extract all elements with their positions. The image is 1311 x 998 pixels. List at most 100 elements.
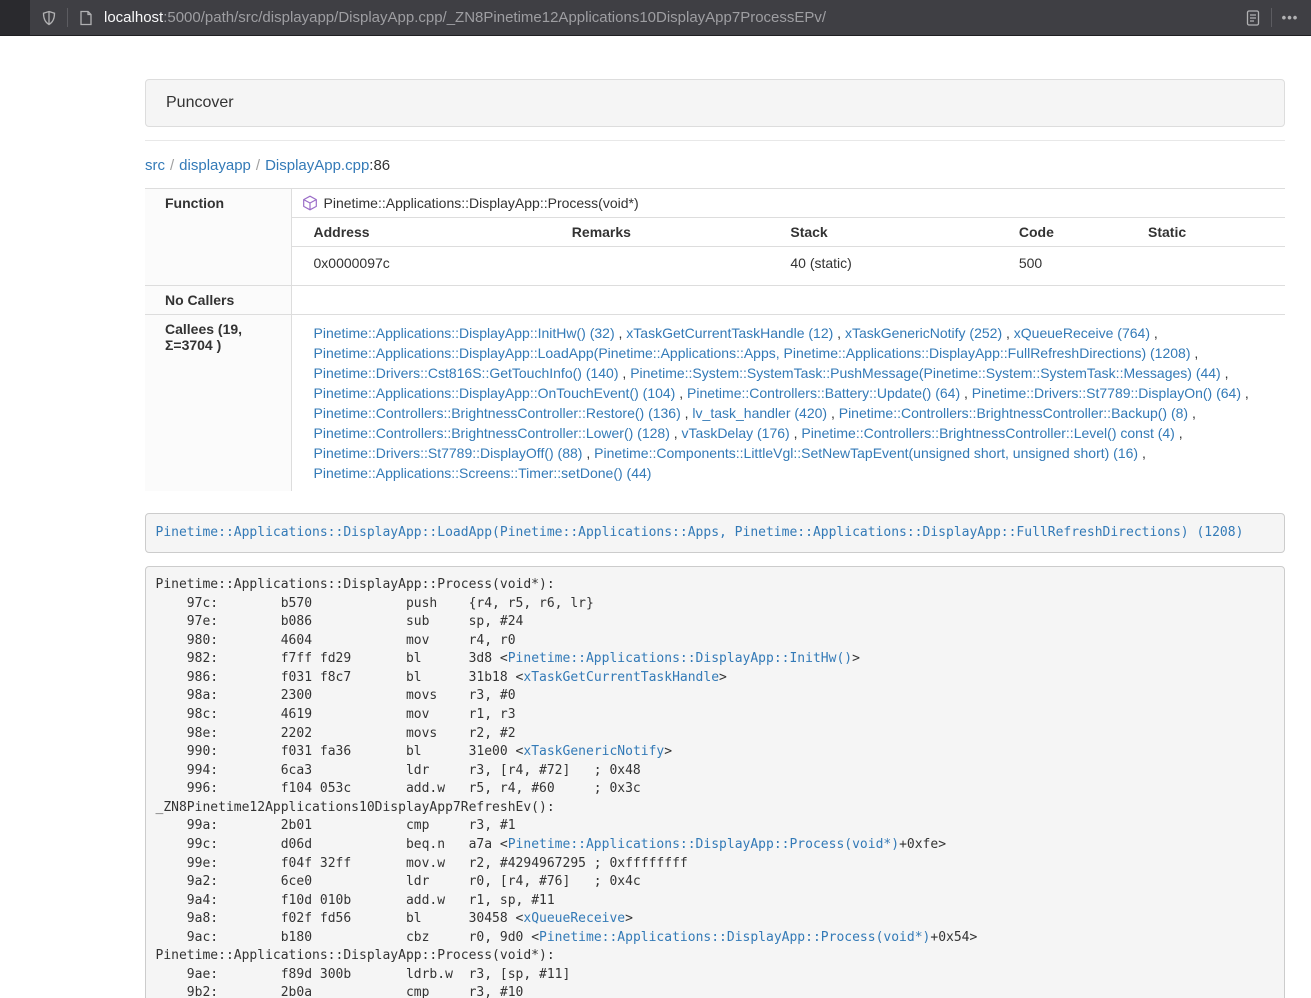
page-title: Puncover xyxy=(146,80,1284,126)
callee-link[interactable]: Pinetime::Controllers::Battery::Update()… xyxy=(687,385,960,401)
callee-link[interactable]: Pinetime::Controllers::BrightnessControl… xyxy=(839,405,1188,421)
callee-link[interactable]: Pinetime::Applications::DisplayApp::OnTo… xyxy=(314,385,676,401)
asm-text: _ZN8Pinetime12Applications10DisplayApp7R… xyxy=(156,800,555,815)
asm-text: > xyxy=(625,911,633,926)
breadcrumb-link-file[interactable]: DisplayApp.cpp xyxy=(265,157,369,174)
asm-text: 99a: 2b01 cmp r3, #1 xyxy=(156,818,516,833)
table-row: 0x0000097c 40 (static) 500 xyxy=(292,247,1286,280)
col-header-static: Static xyxy=(1126,218,1285,247)
function-label: Function xyxy=(145,189,291,286)
asm-symbol-link[interactable]: Pinetime::Applications::DisplayApp::Init… xyxy=(508,651,852,666)
page-info-icon[interactable] xyxy=(75,7,97,29)
asm-text: > xyxy=(852,651,860,666)
callee-link[interactable]: xTaskGenericNotify (252) xyxy=(845,325,1002,341)
asm-text: 982: f7ff fd29 bl 3d8 < xyxy=(156,651,508,666)
callee-link[interactable]: Pinetime::Applications::DisplayApp::Init… xyxy=(314,325,615,341)
code-value: 500 xyxy=(997,247,1126,280)
no-callers-label: No Callers xyxy=(145,286,291,315)
url-path: :5000/path/src/displayapp/DisplayApp.cpp… xyxy=(163,9,826,26)
asm-text: 986: f031 f8c7 bl 31b18 < xyxy=(156,670,524,685)
breadcrumb-line-number: :86 xyxy=(369,157,390,174)
callee-link[interactable]: Pinetime::Controllers::BrightnessControl… xyxy=(314,405,681,421)
col-header-stack: Stack xyxy=(768,218,997,247)
asm-text: 980: 4604 mov r4, r0 xyxy=(156,633,516,648)
breadcrumb-link-displayapp[interactable]: displayapp xyxy=(179,157,251,174)
selected-callee-link[interactable]: Pinetime::Applications::DisplayApp::Load… xyxy=(156,525,1244,540)
content: Puncover src / displayapp / DisplayApp.cpp:8… xyxy=(145,79,1285,998)
asm-text: 97c: b570 push {r4, r5, r6, lr} xyxy=(156,596,594,611)
asm-text: 9a8: f02f fd56 bl 30458 < xyxy=(156,911,524,926)
function-table: Function Pinetime::Applications::Display… xyxy=(145,188,1285,491)
asm-text: Pinetime::Applications::DisplayApp::Proc… xyxy=(156,948,555,963)
browser-toolbar: localhost:5000/path/src/displayapp/Displ… xyxy=(0,0,1311,36)
asm-text: 996: f104 053c add.w r5, r4, #60 ; 0x3c xyxy=(156,781,641,796)
callee-link[interactable]: Pinetime::Drivers::St7789::DisplayOff() … xyxy=(314,445,583,461)
callee-link[interactable]: Pinetime::Drivers::Cst816S::GetTouchInfo… xyxy=(314,365,619,381)
callee-link[interactable]: Pinetime::Controllers::BrightnessControl… xyxy=(314,425,670,441)
callees-list: Pinetime::Applications::DisplayApp::Init… xyxy=(291,315,1285,492)
asm-text: 9ae: f89d 300b ldrb.w r3, [sp, #11] xyxy=(156,967,571,982)
asm-text: 99e: f04f 32ff mov.w r2, #4294967295 ; 0… xyxy=(156,856,688,871)
asm-text: 994: 6ca3 ldr r3, [r4, #72] ; 0x48 xyxy=(156,763,641,778)
col-header-address: Address xyxy=(292,218,550,247)
asm-text: +0xfe> xyxy=(899,837,946,852)
page: localhost:5000/path/src/displayapp/Displ… xyxy=(0,0,1311,998)
reader-mode-icon[interactable] xyxy=(1242,7,1264,29)
callee-link[interactable]: Pinetime::Drivers::St7789::DisplayOn() (… xyxy=(972,385,1241,401)
app-header-panel: Puncover xyxy=(145,79,1285,127)
asm-text: 99c: d06d beq.n a7a < xyxy=(156,837,508,852)
page-actions-menu-icon[interactable]: ••• xyxy=(1279,7,1301,29)
asm-symbol-link[interactable]: xTaskGetCurrentTaskHandle xyxy=(523,670,719,685)
asm-text: 9a4: f10d 010b add.w r1, sp, #11 xyxy=(156,893,555,908)
horizontal-rule xyxy=(145,140,1285,141)
asm-text: > xyxy=(664,744,672,759)
shield-icon[interactable] xyxy=(38,7,60,29)
remarks-value xyxy=(550,247,769,280)
callee-link[interactable]: Pinetime::Controllers::BrightnessControl… xyxy=(801,425,1174,441)
asm-text: 9b2: 2b0a cmp r3, #10 xyxy=(156,985,524,998)
callee-link[interactable]: lv_task_handler (420) xyxy=(692,405,827,421)
callee-link[interactable]: Pinetime::Components::LittleVgl::SetNewT… xyxy=(594,445,1138,461)
asm-text: Pinetime::Applications::DisplayApp::Proc… xyxy=(156,577,555,592)
asm-text: 9a2: 6ce0 ldr r0, [r4, #76] ; 0x4c xyxy=(156,874,641,889)
asm-text: > xyxy=(719,670,727,685)
stack-value: 40 (static) xyxy=(768,247,997,280)
breadcrumb-separator: / xyxy=(256,157,260,174)
divider xyxy=(67,8,68,27)
asm-symbol-link[interactable]: Pinetime::Applications::DisplayApp::Proc… xyxy=(508,837,899,852)
url-bar[interactable]: localhost:5000/path/src/displayapp/Displ… xyxy=(30,0,1311,35)
asm-text: 98c: 4619 mov r1, r3 xyxy=(156,707,516,722)
asm-text: 98e: 2202 movs r2, #2 xyxy=(156,726,516,741)
col-header-code: Code xyxy=(997,218,1126,247)
asm-symbol-link[interactable]: xQueueReceive xyxy=(523,911,625,926)
asm-text: +0x54> xyxy=(930,930,977,945)
address-value: 0x0000097c xyxy=(292,247,550,280)
breadcrumb: src / displayapp / DisplayApp.cpp:86 xyxy=(145,157,1285,174)
asm-text: 97e: b086 sub sp, #24 xyxy=(156,614,524,629)
url-text[interactable]: localhost:5000/path/src/displayapp/Displ… xyxy=(104,9,1242,26)
callees-label: Callees (19, Σ=3704 ) xyxy=(145,315,291,492)
asm-text: 98a: 2300 movs r3, #0 xyxy=(156,688,516,703)
callers-cell xyxy=(291,286,1285,315)
function-name: Pinetime::Applications::DisplayApp::Proc… xyxy=(324,195,639,211)
breadcrumb-link-src[interactable]: src xyxy=(145,157,165,174)
callee-link[interactable]: Pinetime::Applications::DisplayApp::Load… xyxy=(314,345,1191,361)
asm-symbol-link[interactable]: Pinetime::Applications::DisplayApp::Proc… xyxy=(539,930,930,945)
divider xyxy=(1271,8,1272,27)
callee-link[interactable]: vTaskDelay (176) xyxy=(682,425,790,441)
asm-symbol-link[interactable]: xTaskGenericNotify xyxy=(523,744,664,759)
callee-link[interactable]: xQueueReceive (764) xyxy=(1014,325,1150,341)
asm-text: 9ac: b180 cbz r0, 9d0 < xyxy=(156,930,540,945)
disassembly-code: Pinetime::Applications::DisplayApp::Proc… xyxy=(145,566,1285,998)
package-icon xyxy=(302,195,318,211)
callee-link[interactable]: xTaskGetCurrentTaskHandle (12) xyxy=(626,325,833,341)
selected-callee-box: Pinetime::Applications::DisplayApp::Load… xyxy=(145,513,1285,553)
callee-link[interactable]: Pinetime::Applications::Screens::Timer::… xyxy=(314,465,652,481)
callee-link[interactable]: Pinetime::System::SystemTask::PushMessag… xyxy=(630,365,1221,381)
function-stats-table: Address Remarks Stack Code Static 0x0000… xyxy=(292,218,1286,279)
breadcrumb-separator: / xyxy=(170,157,174,174)
asm-text: 990: f031 fa36 bl 31e00 < xyxy=(156,744,524,759)
url-host: localhost xyxy=(104,9,163,26)
static-value xyxy=(1126,247,1285,280)
col-header-remarks: Remarks xyxy=(550,218,769,247)
